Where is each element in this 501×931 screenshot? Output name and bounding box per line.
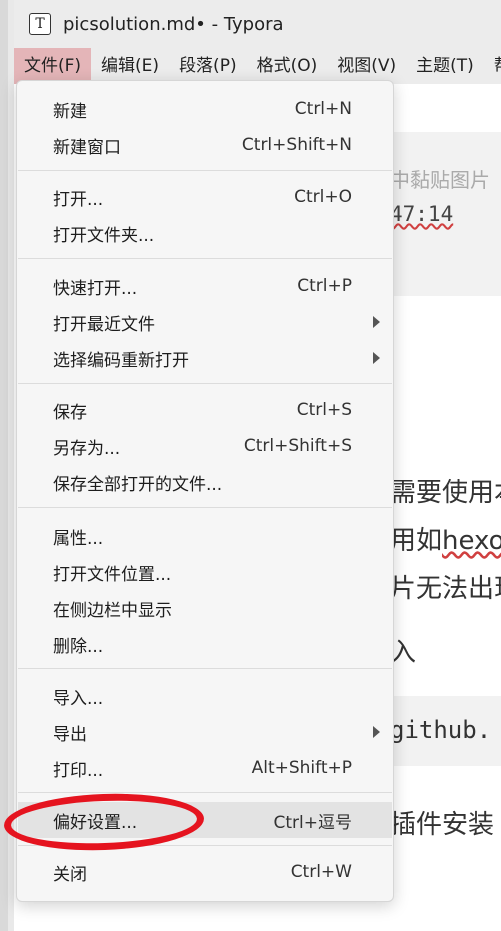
window-title: picsolution.md• - Typora (63, 13, 284, 35)
menu-item-shortcut: Ctrl+Shift+S (243, 436, 352, 456)
submenu-arrow-icon (373, 726, 380, 738)
menu-item-open-location[interactable]: 打开文件位置... (18, 554, 392, 590)
menu-item-label: 打开文件夹... (53, 225, 155, 246)
menu-format[interactable]: 格式(O) (247, 48, 328, 84)
menu-item-import[interactable]: 导入... (18, 678, 392, 714)
code-comment-text: 中黏贴图片 (390, 168, 490, 192)
menu-item-shortcut: Ctrl+W (290, 862, 352, 882)
menu-item-label: 导入... (53, 688, 104, 709)
title-bar: T picsolution.md• - Typora (14, 0, 501, 48)
typora-app-icon: T (29, 13, 51, 35)
menu-separator (18, 383, 392, 384)
menu-item-label: 打开文件位置... (53, 564, 172, 585)
code-block-2-text: github. (390, 716, 492, 744)
menu-item-save[interactable]: 保存 Ctrl+S (18, 392, 392, 428)
menu-theme[interactable]: 主题(T) (406, 48, 484, 84)
menu-view[interactable]: 视图(V) (327, 48, 406, 84)
menu-separator (18, 668, 392, 669)
menu-item-quick-open[interactable]: 快速打开... Ctrl+P (18, 268, 392, 304)
menu-edit[interactable]: 编辑(E) (91, 48, 169, 84)
menu-item-close[interactable]: 关闭 Ctrl+W (18, 854, 392, 890)
file-menu-dropdown: 新建 Ctrl+N 新建窗口 Ctrl+Shift+N 打开... Ctrl+O… (16, 80, 394, 902)
menu-item-label: 保存全部打开的文件... (53, 474, 223, 495)
code-time-text: 47:14 (390, 202, 454, 226)
menu-item-shortcut: Ctrl+O (294, 187, 352, 207)
submenu-arrow-icon (373, 316, 380, 328)
menu-separator (18, 507, 392, 508)
menu-item-label: 打印... (53, 760, 104, 781)
menu-item-export[interactable]: 导出 (18, 714, 392, 750)
menu-item-properties[interactable]: 属性... (18, 518, 392, 554)
menu-item-print[interactable]: 打印... Alt+Shift+P (18, 750, 392, 786)
menu-item-new[interactable]: 新建 Ctrl+N (18, 91, 392, 127)
menu-item-label: 打开最近文件 (53, 314, 155, 335)
menu-item-label: 保存 (53, 402, 87, 423)
menu-item-label: 删除... (53, 636, 104, 657)
menu-file[interactable]: 文件(F) (14, 48, 92, 84)
menu-separator (18, 258, 392, 259)
submenu-arrow-icon (373, 352, 380, 364)
menu-help[interactable]: 帮 (484, 48, 501, 84)
paragraph-line-1: 需要使用本 (390, 478, 501, 508)
menu-item-label: 打开... (53, 189, 104, 210)
menu-item-shortcut: Alt+Shift+P (251, 758, 352, 778)
menu-item-open-recent[interactable]: 打开最近文件 (18, 304, 392, 340)
menu-item-reveal-sidebar[interactable]: 在侧边栏中显示 (18, 590, 392, 626)
paragraph-line-3: 片无法出现 (390, 574, 501, 604)
menu-separator (18, 170, 392, 171)
menu-bar: 文件(F) 编辑(E) 段落(P) 格式(O) 视图(V) 主题(T) 帮 (14, 48, 501, 84)
menu-item-shortcut: Ctrl+Shift+N (241, 135, 352, 155)
menu-item-label: 另存为... (53, 438, 121, 459)
paragraph-line-5: 插件安装 (390, 810, 495, 840)
menu-item-delete[interactable]: 删除... (18, 626, 392, 662)
menu-item-new-window[interactable]: 新建窗口 Ctrl+Shift+N (18, 127, 392, 163)
menu-item-shortcut: Ctrl+N (294, 99, 352, 119)
menu-item-open[interactable]: 打开... Ctrl+O (18, 179, 392, 215)
menu-separator (18, 792, 392, 793)
menu-item-label: 新建 (53, 101, 87, 122)
menu-item-label: 新建窗口 (53, 137, 121, 158)
menu-item-save-as[interactable]: 另存为... Ctrl+Shift+S (18, 428, 392, 464)
menu-item-label: 快速打开... (53, 278, 138, 299)
menu-item-shortcut: Ctrl+S (296, 400, 352, 420)
menu-item-label: 选择编码重新打开 (53, 350, 189, 371)
menu-item-label: 在侧边栏中显示 (53, 600, 172, 621)
menu-item-label: 属性... (53, 528, 104, 549)
menu-item-label: 导出 (53, 724, 87, 745)
menu-paragraph[interactable]: 段落(P) (169, 48, 247, 84)
menu-item-open-folder[interactable]: 打开文件夹... (18, 215, 392, 251)
paragraph-line-2: 用如hexo (390, 526, 501, 556)
menu-item-reopen-encoding[interactable]: 选择编码重新打开 (18, 340, 392, 376)
menu-item-save-all[interactable]: 保存全部打开的文件... (18, 464, 392, 500)
menu-item-label: 关闭 (53, 864, 87, 885)
menu-item-shortcut: Ctrl+P (297, 276, 352, 296)
menu-item-shortcut: Ctrl+逗号 (273, 812, 353, 833)
